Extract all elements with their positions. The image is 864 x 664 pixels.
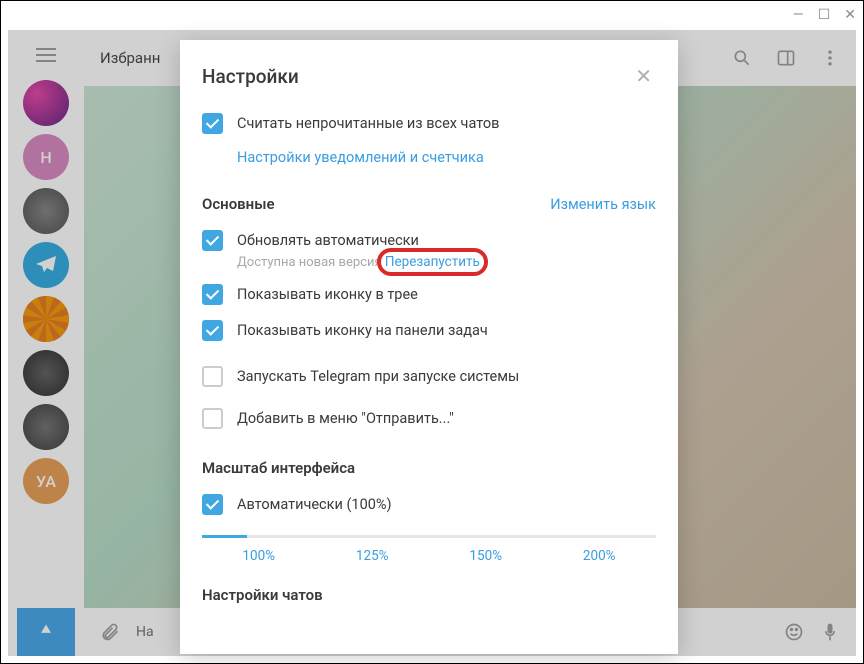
maximize-button[interactable]: ☐ <box>818 7 831 23</box>
update-status: Доступна новая версия Перезапустить <box>237 254 480 270</box>
window-titlebar: — ☐ ✕ <box>0 0 864 30</box>
checkbox-row-autoscale[interactable]: Автоматически (100%) <box>202 487 656 523</box>
section-title-main: Основные <box>202 195 550 213</box>
checkbox-label: Показывать иконку в трее <box>237 284 418 306</box>
checkbox-icon[interactable] <box>202 320 223 341</box>
checkbox-row-unread[interactable]: Считать непрочитанные из всех чатов <box>202 106 656 142</box>
checkbox-label: Запускать Telegram при запуске системы <box>237 366 519 388</box>
checkbox-label: Автоматически (100%) <box>237 494 392 516</box>
checkbox-row-sendto[interactable]: Добавить в меню "Отправить..." <box>202 401 656 437</box>
checkbox-label: Считать непрочитанные из всех чатов <box>237 113 499 135</box>
checkbox-icon[interactable] <box>202 230 223 251</box>
scale-option[interactable]: 100% <box>242 548 275 564</box>
scale-slider[interactable] <box>202 535 656 538</box>
window-close-button[interactable]: ✕ <box>844 7 856 23</box>
scale-option[interactable]: 200% <box>583 548 616 564</box>
dialog-title: Настройки <box>202 65 631 88</box>
checkbox-label: Добавить в меню "Отправить..." <box>237 408 454 430</box>
checkbox-row-taskbar[interactable]: Показывать иконку на панели задач <box>202 313 656 349</box>
section-title-scale: Масштаб интерфейса <box>202 459 656 477</box>
checkbox-label: Показывать иконку на панели задач <box>237 320 488 342</box>
section-title-chats: Настройки чатов <box>202 586 656 604</box>
scale-option[interactable]: 125% <box>356 548 389 564</box>
checkbox-icon[interactable] <box>202 408 223 429</box>
close-icon[interactable]: ✕ <box>631 60 656 92</box>
checkbox-icon[interactable] <box>202 494 223 515</box>
notification-settings-link[interactable]: Настройки уведомлений и счетчика <box>237 149 484 166</box>
settings-dialog: Настройки ✕ Считать непрочитанные из все… <box>180 40 678 654</box>
checkbox-icon[interactable] <box>202 113 223 134</box>
checkbox-icon[interactable] <box>202 284 223 305</box>
checkbox-row-tray[interactable]: Показывать иконку в трее <box>202 277 656 313</box>
minimize-button[interactable]: — <box>793 7 804 23</box>
checkbox-row-autostart[interactable]: Запускать Telegram при запуске системы <box>202 359 656 395</box>
change-language-link[interactable]: Изменить язык <box>550 196 656 213</box>
restart-link[interactable]: Перезапустить <box>385 254 480 270</box>
scale-option[interactable]: 150% <box>469 548 502 564</box>
checkbox-row-autoupdate[interactable]: Обновлять автоматически Доступна новая в… <box>202 223 656 277</box>
checkbox-icon[interactable] <box>202 366 223 387</box>
